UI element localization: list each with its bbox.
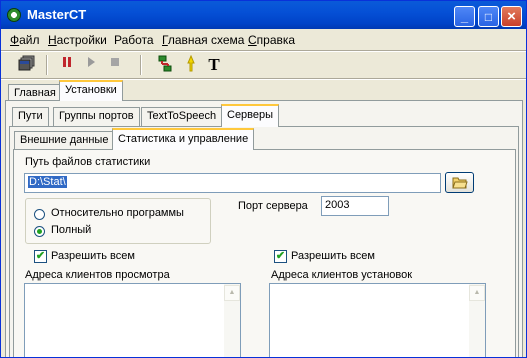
main-window: MasterCT _ □ × Файл Настройки Работа Гла…	[0, 0, 527, 358]
minimize-button[interactable]: _	[454, 6, 475, 27]
toolbar-divider	[140, 55, 142, 75]
allow-all-install-checkbox[interactable]: ✔	[274, 250, 287, 263]
radio-full-label: Полный	[51, 224, 92, 236]
browse-folder-button[interactable]	[445, 172, 474, 193]
tab-main[interactable]: Главная	[8, 84, 61, 101]
allow-all-view-label: Разрешить всем	[51, 250, 135, 262]
radio-relative-label: Относительно программы	[51, 207, 184, 219]
tab-text-to-speech[interactable]: TextToSpeech	[141, 107, 223, 126]
text-icon[interactable]: T	[204, 55, 224, 75]
windows-icon[interactable]	[17, 55, 37, 75]
stop-icon[interactable]	[105, 55, 125, 75]
allow-all-view-checkbox[interactable]: ✔	[34, 250, 47, 263]
toolbar-divider	[46, 55, 48, 75]
menu-settings[interactable]: Настройки	[48, 33, 107, 47]
stats-path-label: Путь файлов статистики	[25, 156, 151, 168]
menu-help[interactable]: Справка	[248, 33, 295, 47]
install-clients-scrollbar[interactable]: ▲	[469, 284, 485, 357]
folder-icon	[452, 177, 468, 189]
install-clients-list[interactable]: ▲	[269, 283, 486, 357]
toolbar: T	[1, 52, 526, 77]
maximize-button[interactable]: □	[478, 6, 499, 27]
tab-servers[interactable]: Серверы	[221, 104, 280, 127]
bulb-icon[interactable]	[181, 54, 201, 75]
close-button[interactable]: ×	[501, 6, 522, 27]
tab-port-groups[interactable]: Группы портов	[53, 107, 140, 126]
menu-file[interactable]: Файл	[10, 33, 40, 47]
path-mode-group	[25, 198, 211, 244]
install-clients-label: Адреса клиентов установок	[271, 269, 413, 281]
server-port-input[interactable]: 2003	[321, 196, 389, 216]
tab-settings[interactable]: Установки	[59, 80, 123, 101]
menu-main-scheme[interactable]: Главная схема	[162, 33, 244, 47]
scroll-up-icon[interactable]: ▲	[469, 285, 485, 301]
menu-work[interactable]: Работа	[114, 33, 154, 47]
window-title: MasterCT	[27, 7, 87, 22]
server-port-label: Порт сервера	[238, 200, 308, 212]
tab-external-data[interactable]: Внешние данные	[14, 131, 115, 149]
radio-relative[interactable]	[34, 209, 45, 220]
view-clients-list[interactable]: ▲	[24, 283, 241, 357]
play-icon[interactable]	[81, 55, 101, 75]
title-bar[interactable]: MasterCT _ □ ×	[1, 1, 526, 29]
pause-icon[interactable]	[57, 55, 77, 75]
menu-bar: Файл Настройки Работа Главная схема Спра…	[1, 31, 526, 49]
allow-all-install-label: Разрешить всем	[291, 250, 375, 262]
tab-statistics-control[interactable]: Статистика и управление	[112, 128, 255, 150]
app-icon	[7, 8, 21, 22]
scroll-up-icon[interactable]: ▲	[224, 285, 240, 301]
network-icon[interactable]	[155, 55, 175, 75]
stats-path-input[interactable]: D:\Stat\	[24, 173, 441, 193]
view-clients-scrollbar[interactable]: ▲	[224, 284, 240, 357]
tab-paths[interactable]: Пути	[12, 107, 49, 126]
view-clients-label: Адреса клиентов просмотра	[25, 269, 170, 281]
radio-full[interactable]	[34, 226, 45, 237]
